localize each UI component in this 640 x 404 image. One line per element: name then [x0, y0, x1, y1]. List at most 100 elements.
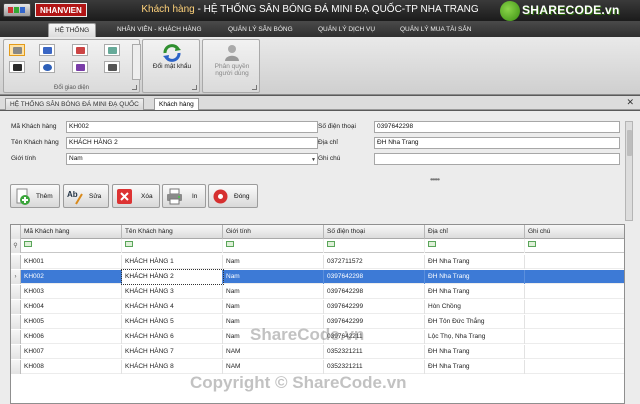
tab-he-thong[interactable]: HỆ THỐNG: [48, 23, 97, 37]
column-header[interactable]: Địa chỉ: [425, 225, 525, 239]
table-cell[interactable]: KHÁCH HÀNG 3: [122, 285, 223, 299]
table-cell[interactable]: 0397642299: [324, 300, 425, 314]
dialog-launcher-icon[interactable]: [252, 85, 257, 90]
table-cell[interactable]: [525, 330, 624, 344]
dialog-launcher-icon[interactable]: [132, 85, 137, 90]
row-indicator[interactable]: [11, 300, 21, 314]
user-permission-button[interactable]: Phân quyền người dùng: [205, 43, 259, 77]
table-cell[interactable]: 0352321211: [324, 360, 425, 374]
filter-cell[interactable]: [525, 239, 624, 253]
phone-field[interactable]: 0397642298: [374, 121, 620, 133]
table-cell[interactable]: KHÁCH HÀNG 8: [122, 360, 223, 374]
table-cell[interactable]: 0397642298: [324, 285, 425, 299]
edit-button[interactable]: Ab Sửa: [63, 184, 109, 208]
table-cell[interactable]: KHÁCH HÀNG 6: [122, 330, 223, 344]
table-cell[interactable]: NAM: [223, 345, 324, 359]
form-scrollbar[interactable]: [625, 121, 633, 221]
tab-quan-ly-san-bong[interactable]: QUẢN LÝ SÂN BÓNG: [228, 23, 293, 37]
filter-cell[interactable]: [122, 239, 223, 253]
table-cell[interactable]: ĐH Nha Trang: [425, 270, 525, 284]
theme-item[interactable]: [9, 44, 25, 56]
change-password-button[interactable]: Đổi mật khẩu: [145, 43, 199, 70]
chevron-down-icon[interactable]: ▼: [311, 155, 316, 165]
table-cell[interactable]: [525, 270, 624, 284]
table-cell[interactable]: KHÁCH HÀNG 2: [121, 269, 224, 285]
filter-condition-icon[interactable]: [24, 241, 32, 248]
table-cell[interactable]: KH002: [21, 270, 122, 284]
filter-cell[interactable]: [223, 239, 324, 253]
address-field[interactable]: ĐH Nha Trang: [374, 137, 620, 149]
theme-item[interactable]: [72, 44, 88, 56]
table-cell[interactable]: KHÁCH HÀNG 5: [122, 315, 223, 329]
table-cell[interactable]: Nam: [223, 255, 324, 269]
filter-condition-icon[interactable]: [327, 241, 335, 248]
table-cell[interactable]: ĐH Nha Trang: [425, 285, 525, 299]
table-row[interactable]: KH003 KHÁCH HÀNG 3 Nam 0397642298 ĐH Nha Tra…: [11, 285, 624, 299]
doc-tab-customers[interactable]: Khách hàng: [154, 98, 199, 110]
theme-item[interactable]: [9, 61, 25, 73]
filter-condition-icon[interactable]: [528, 241, 536, 248]
table-row[interactable]: KH001 KHÁCH HÀNG 1 Nam 0372711572 ĐH Nha Tra…: [11, 255, 624, 269]
row-indicator[interactable]: ›: [11, 270, 21, 284]
column-header[interactable]: Ghi chú: [525, 225, 624, 239]
table-cell[interactable]: NAM: [223, 360, 324, 374]
table-cell[interactable]: KHÁCH HÀNG 7: [122, 345, 223, 359]
doc-tab-home[interactable]: HỆ THỐNG SÂN BÓNG ĐÁ MINI ĐẠ QUỐC: [5, 98, 144, 110]
close-tab-icon[interactable]: ✕: [626, 97, 634, 108]
table-cell[interactable]: KH008: [21, 360, 122, 374]
table-cell[interactable]: Nam: [223, 270, 324, 284]
table-row[interactable]: › KH002 KHÁCH HÀNG 2 Nam 0397642298 ĐH Nha Tr…: [11, 269, 624, 285]
filter-condition-icon[interactable]: [428, 241, 436, 248]
tab-quan-ly-mua-tai-san[interactable]: QUẢN LÝ MUA TÀI SẢN: [400, 23, 471, 37]
column-header[interactable]: Mã Khách hàng: [21, 225, 122, 239]
theme-item[interactable]: [104, 44, 120, 56]
table-cell[interactable]: [525, 285, 624, 299]
delete-button[interactable]: Xóa: [112, 184, 160, 208]
row-indicator[interactable]: [11, 330, 21, 344]
table-row[interactable]: KH007 KHÁCH HÀNG 7 NAM 0352321211 ĐH Nha Tra…: [11, 345, 624, 359]
table-cell[interactable]: [525, 255, 624, 269]
scrollbar-thumb[interactable]: [627, 130, 632, 156]
table-cell[interactable]: ĐH Tôn Đức Thắng: [425, 315, 525, 329]
table-cell[interactable]: 0352321211: [324, 345, 425, 359]
table-cell[interactable]: KH001: [21, 255, 122, 269]
note-field[interactable]: [374, 153, 620, 165]
table-cell[interactable]: KHÁCH HÀNG 4: [122, 300, 223, 314]
table-cell[interactable]: ĐH Nha Trang: [425, 360, 525, 374]
table-cell[interactable]: KH006: [21, 330, 122, 344]
print-button[interactable]: In: [162, 184, 206, 208]
tab-nhan-vien-khach-hang[interactable]: NHÂN VIÊN - KHÁCH HÀNG: [117, 23, 202, 37]
row-indicator[interactable]: [11, 360, 21, 374]
column-header[interactable]: Số điện thoại: [324, 225, 425, 239]
table-cell[interactable]: KH004: [21, 300, 122, 314]
table-cell[interactable]: [525, 360, 624, 374]
filter-condition-icon[interactable]: [226, 241, 234, 248]
table-cell[interactable]: Hòn Chồng: [425, 300, 525, 314]
table-row[interactable]: KH008 KHÁCH HÀNG 8 NAM 0352321211 ĐH Nha Tra…: [11, 360, 624, 374]
add-button[interactable]: Thêm: [10, 184, 60, 208]
gender-select[interactable]: Nam ▼: [66, 153, 318, 165]
customer-code-field[interactable]: KH002: [66, 121, 318, 133]
row-indicator[interactable]: [11, 255, 21, 269]
row-indicator[interactable]: [11, 345, 21, 359]
theme-item[interactable]: [104, 61, 120, 73]
table-cell[interactable]: [525, 315, 624, 329]
splitter-handle[interactable]: •••••: [430, 175, 440, 184]
table-cell[interactable]: Nam: [223, 285, 324, 299]
table-cell[interactable]: KHÁCH HÀNG 1: [122, 255, 223, 269]
row-indicator[interactable]: [11, 315, 21, 329]
gallery-scrollbar[interactable]: [132, 44, 141, 80]
table-cell[interactable]: ĐH Nha Trang: [425, 255, 525, 269]
table-cell[interactable]: KH003: [21, 285, 122, 299]
row-indicator[interactable]: [11, 285, 21, 299]
table-cell[interactable]: KH007: [21, 345, 122, 359]
theme-item[interactable]: [39, 44, 55, 56]
column-header[interactable]: Giới tính: [223, 225, 324, 239]
theme-item[interactable]: [39, 61, 55, 73]
table-cell[interactable]: KH005: [21, 315, 122, 329]
filter-cell[interactable]: [21, 239, 122, 253]
table-cell[interactable]: Lộc Thọ, Nha Trang: [425, 330, 525, 344]
theme-item[interactable]: [72, 61, 88, 73]
filter-condition-icon[interactable]: [125, 241, 133, 248]
table-cell[interactable]: Nam: [223, 300, 324, 314]
